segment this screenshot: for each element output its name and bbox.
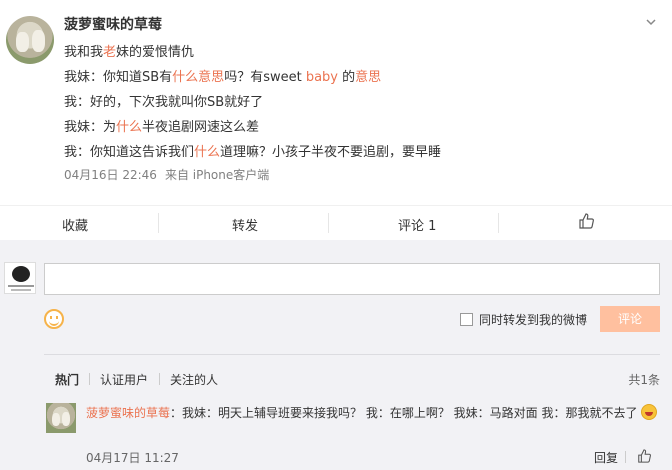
filter-hot[interactable]: 热门	[55, 371, 79, 388]
action-bar: 收藏 转发 评论 1	[0, 205, 672, 239]
highlighted-text: 老	[103, 45, 117, 60]
comment-section: 同时转发到我的微博 评论 热门 认证用户 关注的人 共1条 菠萝蜜味的草莓：我妹…	[0, 240, 672, 470]
post-text-segment: 道理嘛？小孩子半夜不要追剧，要早睡	[220, 145, 442, 160]
comment-content: ：我妹：明天上辅导班要来接我吗？ 我：在哪上啊？ 我妹：马路对面 我：那我就不去…	[170, 406, 638, 420]
thumbs-up-icon[interactable]	[637, 449, 651, 463]
post-line: 我和我老妹的爱恨情仇	[64, 41, 194, 60]
repost-button[interactable]: 转发	[232, 215, 258, 234]
comment-input[interactable]	[44, 263, 660, 295]
post-time[interactable]: 04月16日 22:46	[64, 168, 157, 182]
divider	[158, 213, 159, 233]
submit-comment-button[interactable]: 评论	[600, 306, 660, 332]
post-source: 来自 iPhone客户端	[164, 168, 270, 182]
comment-time: 04月17日 11:27	[86, 451, 179, 465]
commenter-avatar[interactable]	[46, 403, 76, 433]
comment-list: 热门 认证用户 关注的人 共1条 菠萝蜜味的草莓：我妹：明天上辅导班要来接我吗？…	[44, 354, 660, 470]
divider	[328, 213, 329, 233]
highlighted-text: 意思	[355, 70, 382, 85]
filter-following[interactable]: 关注的人	[170, 371, 218, 388]
post-text-segment: 我妹：为	[64, 120, 117, 135]
highlighted-text: baby	[305, 70, 338, 85]
current-user-avatar	[4, 262, 36, 294]
post-text-segment: 我妹：你知道SB有	[64, 70, 173, 85]
highlighted-text: 什么	[194, 145, 221, 160]
post-text-segment: 我：你知道这告诉我们	[64, 145, 195, 160]
post-text-segment: 半夜追剧网速这么差	[142, 120, 260, 135]
favorite-button[interactable]: 收藏	[62, 215, 88, 234]
highlighted-text: 什么	[116, 120, 143, 135]
post-text-segment: 我：好的，下次我就叫你SB就好了	[64, 95, 264, 110]
divider	[498, 213, 499, 233]
divider	[625, 451, 626, 463]
post-line: 我：你知道这告诉我们什么道理嘛？小孩子半夜不要追剧，要早睡	[64, 141, 441, 160]
filter-verified[interactable]: 认证用户	[100, 371, 148, 388]
post-line: 我妹：你知道SB有什么意思吗？有sweet baby 的意思	[64, 66, 381, 85]
comment-button[interactable]: 评论 1	[398, 215, 436, 234]
reply-button[interactable]: 回复	[594, 449, 618, 466]
divider	[159, 373, 160, 385]
post-text-segment: 妹的爱恨情仇	[116, 45, 195, 60]
author-avatar[interactable]	[6, 16, 54, 64]
divider	[89, 373, 90, 385]
repost-checkbox-label[interactable]: 同时转发到我的微博	[479, 311, 587, 328]
post-line: 我：好的，下次我就叫你SB就好了	[64, 91, 263, 110]
emoji-icon[interactable]	[44, 309, 64, 329]
commenter-username[interactable]: 菠萝蜜味的草莓	[86, 406, 170, 420]
post-meta: 04月16日 22:46 来自 iPhone客户端	[64, 166, 269, 183]
post-text-segment: 我和我	[64, 45, 104, 60]
repost-checkbox[interactable]	[460, 313, 473, 326]
post-text-segment: 的	[338, 70, 356, 85]
comment-count: 共1条	[628, 373, 660, 387]
author-username[interactable]: 菠萝蜜味的草莓	[64, 14, 162, 34]
comment-body: 菠萝蜜味的草莓：我妹：明天上辅导班要来接我吗？ 我：在哪上啊？ 我妹：马路对面 …	[86, 403, 660, 423]
thumbs-up-icon[interactable]	[578, 213, 594, 229]
post-line: 我妹：为什么半夜追剧网速这么差	[64, 116, 259, 135]
chevron-down-icon[interactable]	[645, 16, 657, 28]
highlighted-text: 什么意思	[172, 70, 225, 85]
laughing-emoji-icon	[641, 404, 658, 420]
post-text-segment: 吗？有sweet	[224, 70, 306, 85]
weibo-post-card: 菠萝蜜味的草莓 我和我老妹的爱恨情仇我妹：你知道SB有什么意思吗？有sweet …	[0, 0, 672, 470]
